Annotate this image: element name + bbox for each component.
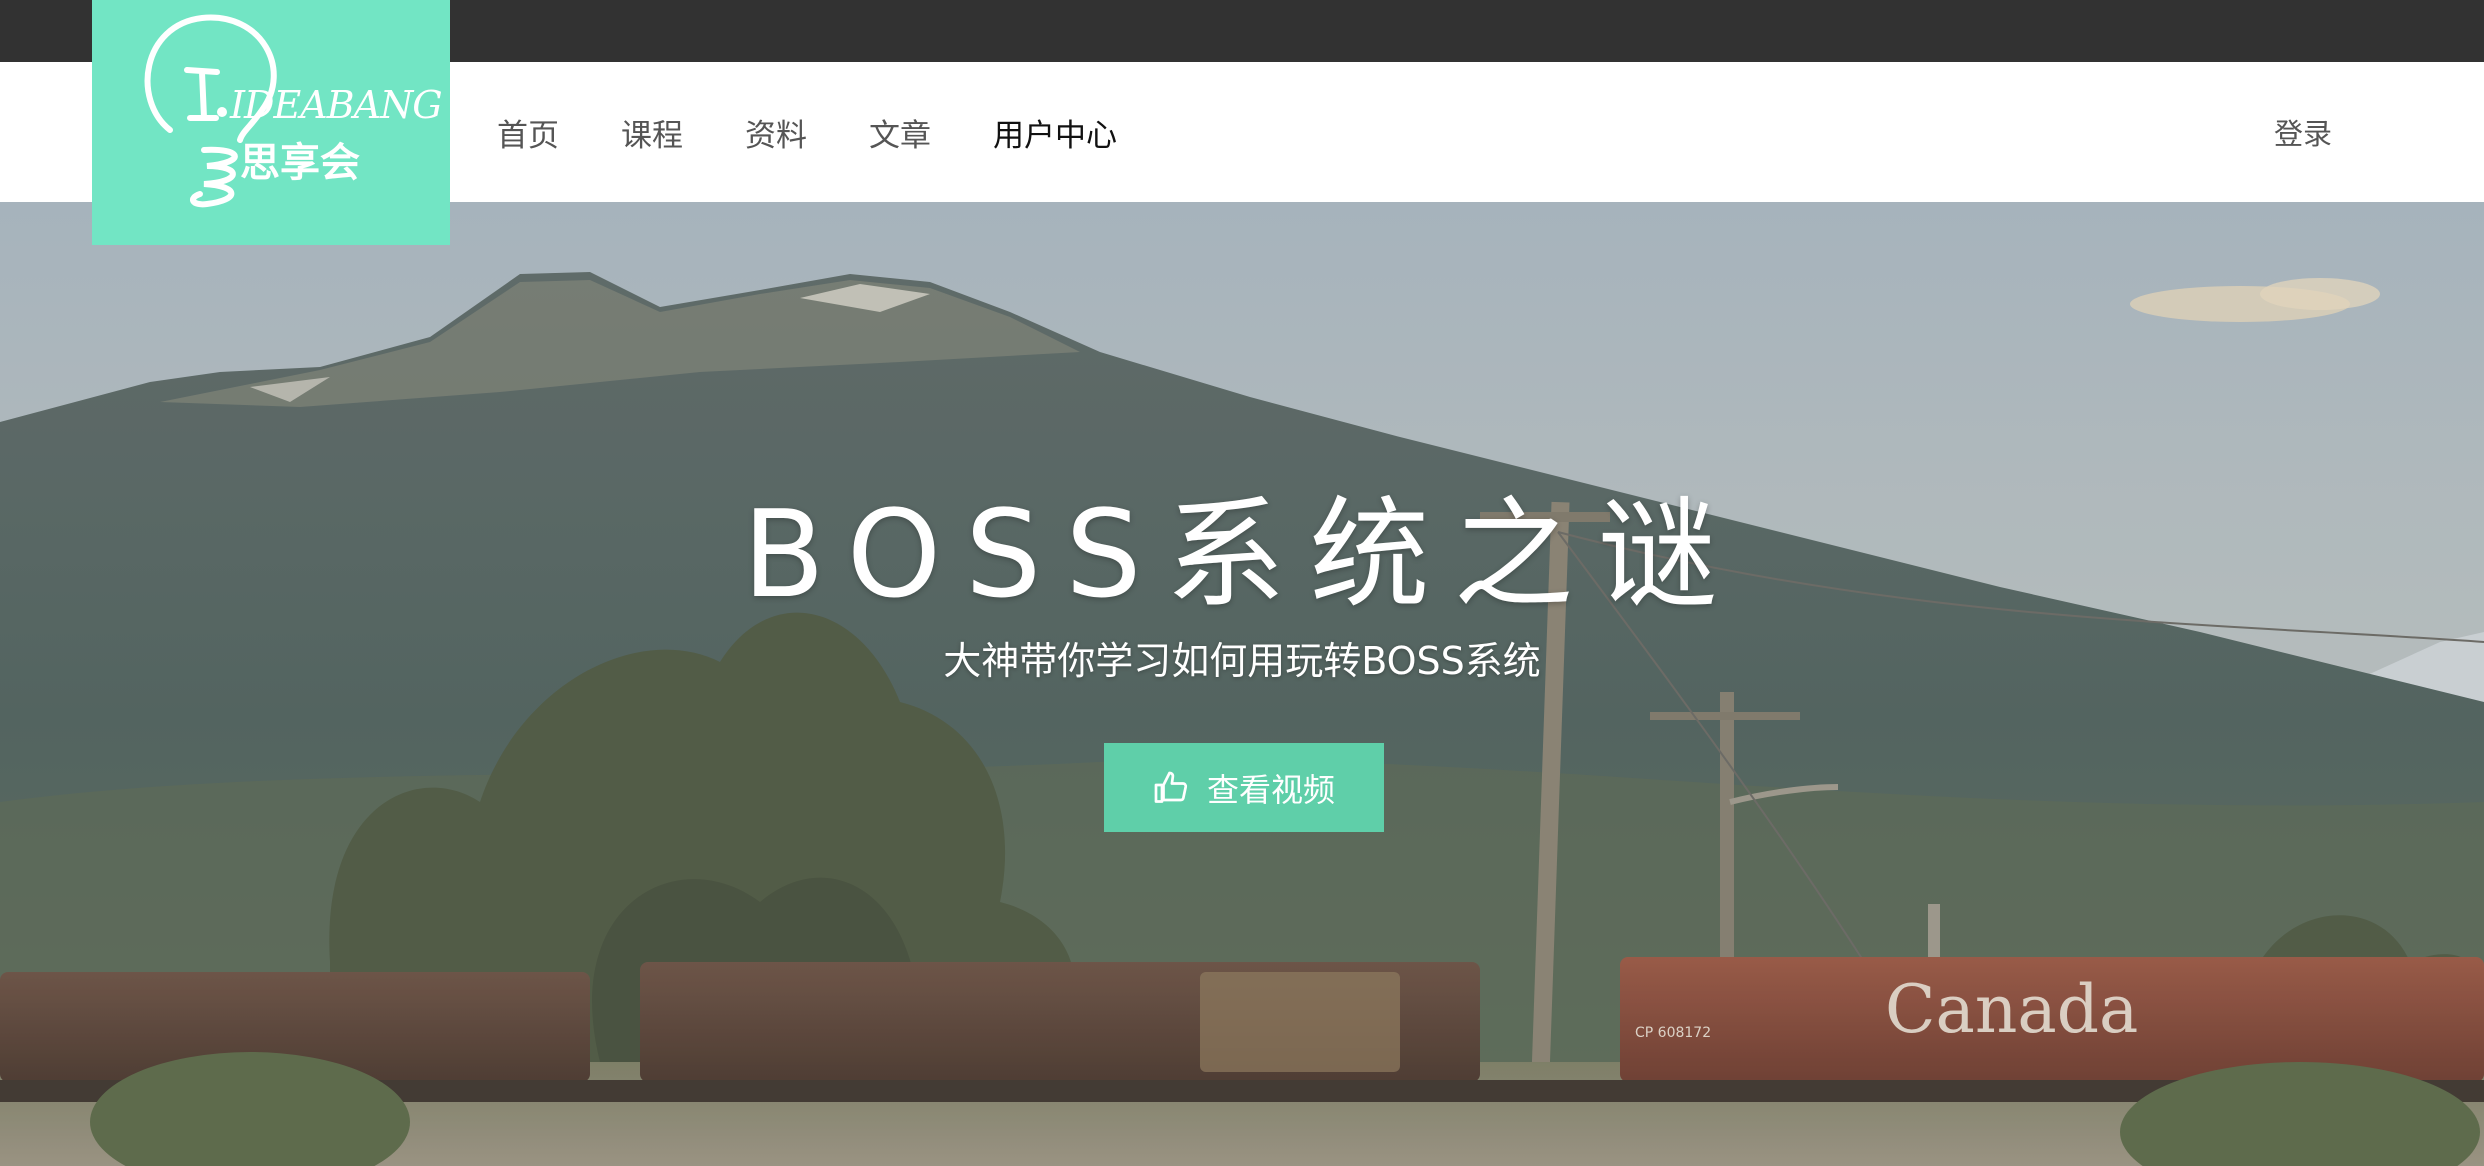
nav-menu: 首页 课程 资料 文章 用户中心	[497, 62, 1179, 202]
nav-item-materials[interactable]: 资料	[745, 110, 807, 155]
hero-banner: Canada CP 608172 BOSS系统之谜 大神带你学习如何用玩转BOS…	[0, 202, 2484, 1166]
logo-text-english: IDEABANG	[230, 83, 443, 127]
login-link[interactable]: 登录	[2274, 62, 2332, 202]
nav-item-articles[interactable]: 文章	[869, 110, 931, 155]
hero-subtitle: 大神带你学习如何用玩转BOSS系统	[943, 639, 1541, 683]
nav-item-courses[interactable]: 课程	[621, 110, 683, 155]
thumbs-up-icon	[1153, 770, 1189, 806]
nav-item-user-center[interactable]: 用户中心	[993, 110, 1117, 155]
nav-item-home[interactable]: 首页	[497, 110, 559, 155]
watch-video-button[interactable]: 查看视频	[1104, 743, 1384, 832]
watch-video-button-label: 查看视频	[1206, 770, 1335, 809]
logo-text-chinese: 思享会	[240, 139, 360, 186]
hero-title: BOSS系统之谜	[742, 486, 1742, 625]
site-logo[interactable]: IDEABANG 思享会	[92, 0, 450, 245]
page: 首页 课程 资料 文章 用户中心 登录 IDEABANG 思享会 Canada …	[0, 0, 2484, 1166]
